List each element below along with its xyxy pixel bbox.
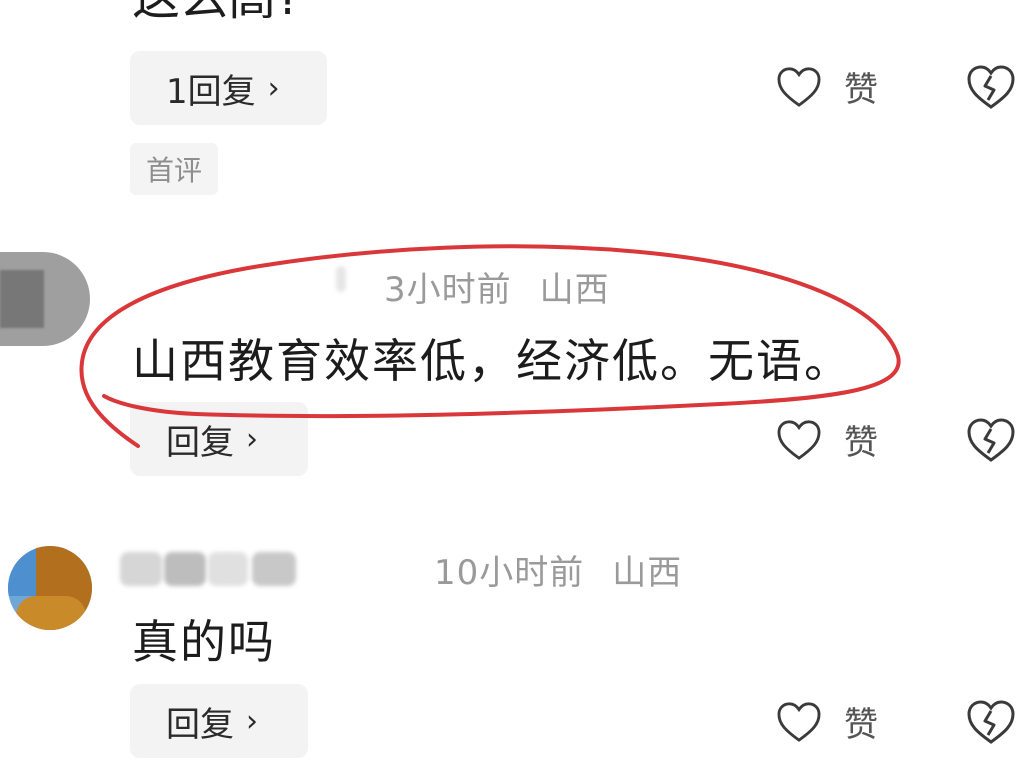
comment-location: 山西 xyxy=(612,553,683,593)
chevron-right-icon: › xyxy=(246,703,258,739)
comment-text: 真的吗 xyxy=(132,615,276,669)
dislike-button[interactable] xyxy=(966,699,1016,749)
avatar[interactable] xyxy=(8,546,92,630)
broken-heart-icon xyxy=(967,700,1015,744)
reply-button-label: 回复 xyxy=(166,704,234,745)
reply-button[interactable]: 回复 › xyxy=(130,684,308,758)
comment-meta: 10小时前 山西 xyxy=(434,545,682,594)
like-label: 赞 xyxy=(844,705,878,745)
blurred-username[interactable] xyxy=(120,548,300,590)
comment-time: 10小时前 xyxy=(434,553,585,593)
like-button[interactable]: 赞 xyxy=(776,697,878,746)
heart-outline-icon xyxy=(777,701,821,742)
